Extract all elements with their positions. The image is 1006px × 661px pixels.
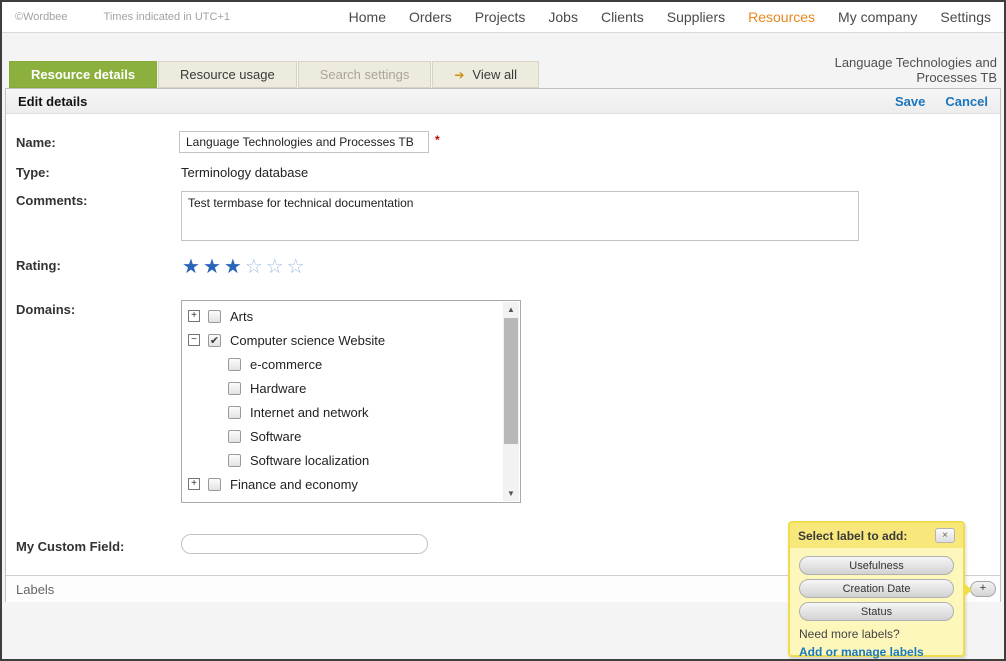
scrollbar-thumb[interactable] bbox=[504, 318, 518, 444]
tree-row: + Arts bbox=[182, 304, 503, 328]
name-input[interactable] bbox=[179, 131, 429, 153]
wordbee-logo: ©Wordbee bbox=[15, 11, 68, 23]
tree-row: Internet and network bbox=[182, 400, 503, 424]
checkbox-unchecked[interactable] bbox=[228, 430, 241, 443]
tree-item-label: e-commerce bbox=[250, 357, 322, 372]
close-icon[interactable]: × bbox=[935, 528, 955, 543]
timezone-note: Times indicated in UTC+1 bbox=[104, 11, 230, 23]
cancel-button[interactable]: Cancel bbox=[945, 94, 988, 109]
checkbox-unchecked[interactable] bbox=[208, 310, 221, 323]
arrow-right-icon: ➔ bbox=[454, 68, 464, 82]
tab-search-settings: Search settings bbox=[298, 61, 432, 88]
comments-input[interactable] bbox=[181, 191, 859, 241]
nav-item-resources[interactable]: Resources bbox=[748, 9, 815, 25]
popup-pointer bbox=[964, 583, 972, 597]
tab-resource-usage[interactable]: Resource usage bbox=[158, 61, 297, 88]
add-label-button[interactable]: + bbox=[970, 581, 996, 597]
top-bar: ©Wordbee Times indicated in UTC+1 Home Or… bbox=[2, 2, 1004, 33]
tree-row: Hardware bbox=[182, 376, 503, 400]
app-window: ©Wordbee Times indicated in UTC+1 Home Or… bbox=[0, 0, 1006, 661]
comments-label: Comments: bbox=[16, 193, 88, 208]
label-option-creation-date[interactable]: Creation Date bbox=[799, 579, 954, 598]
checkbox-unchecked[interactable] bbox=[228, 406, 241, 419]
nav-item-clients[interactable]: Clients bbox=[601, 9, 644, 25]
save-button[interactable]: Save bbox=[895, 94, 925, 109]
tree-item-label: Finance and economy bbox=[230, 477, 358, 492]
star-filled-icon[interactable]: ★ bbox=[182, 256, 203, 278]
checkbox-unchecked[interactable] bbox=[228, 454, 241, 467]
labels-section-title: Labels bbox=[16, 582, 54, 597]
nav-item-suppliers[interactable]: Suppliers bbox=[667, 9, 725, 25]
scrollbar[interactable]: ▲ ▼ bbox=[503, 302, 519, 501]
need-more-labels-text: Need more labels? bbox=[799, 627, 954, 641]
scroll-down-icon[interactable]: ▼ bbox=[503, 486, 519, 501]
nav-item-home[interactable]: Home bbox=[349, 9, 386, 25]
nav-item-my-company[interactable]: My company bbox=[838, 9, 917, 25]
collapse-icon[interactable]: − bbox=[188, 334, 200, 346]
nav-item-jobs[interactable]: Jobs bbox=[548, 9, 578, 25]
star-filled-icon[interactable]: ★ bbox=[203, 256, 224, 278]
nav-item-projects[interactable]: Projects bbox=[475, 9, 526, 25]
star-empty-icon[interactable]: ☆ bbox=[245, 256, 266, 278]
tree-row: + bbox=[182, 496, 503, 503]
page-title: Edit details bbox=[18, 94, 87, 109]
type-value: Terminology database bbox=[181, 165, 308, 180]
tab-resource-details[interactable]: Resource details bbox=[9, 61, 157, 88]
expand-icon[interactable]: + bbox=[188, 502, 200, 503]
checkbox-checked[interactable]: ✔ bbox=[208, 334, 221, 347]
expand-icon[interactable]: + bbox=[188, 310, 200, 322]
domains-label: Domains: bbox=[16, 302, 75, 317]
rating-stars[interactable]: ★★★☆☆☆ bbox=[182, 254, 308, 279]
star-empty-icon[interactable]: ☆ bbox=[287, 256, 308, 278]
custom-field-label: My Custom Field: bbox=[16, 539, 124, 554]
checkbox-unchecked[interactable] bbox=[228, 358, 241, 371]
star-empty-icon[interactable]: ☆ bbox=[266, 256, 287, 278]
checkbox-unchecked[interactable] bbox=[228, 382, 241, 395]
tree-row: −✔ Computer science Website bbox=[182, 328, 503, 352]
star-filled-icon[interactable]: ★ bbox=[224, 256, 245, 278]
name-label: Name: bbox=[16, 135, 56, 150]
nav-item-orders[interactable]: Orders bbox=[409, 9, 452, 25]
tree-row: e-commerce bbox=[182, 352, 503, 376]
tree-row: Software bbox=[182, 424, 503, 448]
resource-context-title: Language Technologies and Processes TB bbox=[782, 55, 997, 85]
rating-label: Rating: bbox=[16, 258, 61, 273]
popup-body: Usefulness Creation Date Status Need more … bbox=[790, 548, 963, 661]
tree-item-label: Internet and network bbox=[250, 405, 369, 420]
select-label-popup: Select label to add: × Usefulness Creatio… bbox=[788, 521, 965, 657]
required-marker: * bbox=[435, 133, 440, 147]
tree-item-label: Software localization bbox=[250, 453, 369, 468]
checkbox-unchecked[interactable] bbox=[208, 502, 221, 504]
type-label: Type: bbox=[16, 165, 50, 180]
domains-listbox: + Arts −✔ Computer science Website e-commerc… bbox=[181, 300, 521, 503]
popup-title: Select label to add: bbox=[798, 529, 907, 543]
scroll-up-icon[interactable]: ▲ bbox=[503, 302, 519, 317]
tab-view-all[interactable]: ➔View all bbox=[432, 61, 539, 88]
tree-item-label: Computer science Website bbox=[230, 333, 385, 348]
tree-row: + Finance and economy bbox=[182, 472, 503, 496]
tree-item-label: Arts bbox=[230, 309, 253, 324]
expand-icon[interactable]: + bbox=[188, 478, 200, 490]
checkbox-unchecked[interactable] bbox=[208, 478, 221, 491]
nav-item-settings[interactable]: Settings bbox=[940, 9, 991, 25]
edit-details-header: Edit details Save Cancel bbox=[6, 89, 1000, 114]
main-nav: Home Orders Projects Jobs Clients Suppliers Re… bbox=[349, 9, 991, 25]
add-or-manage-labels-link[interactable]: Add or manage labels bbox=[799, 645, 924, 659]
tree-item-label: Hardware bbox=[250, 381, 306, 396]
tree-row: Software localization bbox=[182, 448, 503, 472]
popup-header: Select label to add: × bbox=[790, 523, 963, 548]
custom-field-input[interactable] bbox=[181, 534, 428, 554]
tab-bar: Resource detailsResource usageSearch set… bbox=[9, 61, 540, 88]
tree-item-label: Software bbox=[250, 429, 301, 444]
label-option-usefulness[interactable]: Usefulness bbox=[799, 556, 954, 575]
label-option-status[interactable]: Status bbox=[799, 602, 954, 621]
domains-tree: + Arts −✔ Computer science Website e-commerc… bbox=[182, 304, 503, 503]
